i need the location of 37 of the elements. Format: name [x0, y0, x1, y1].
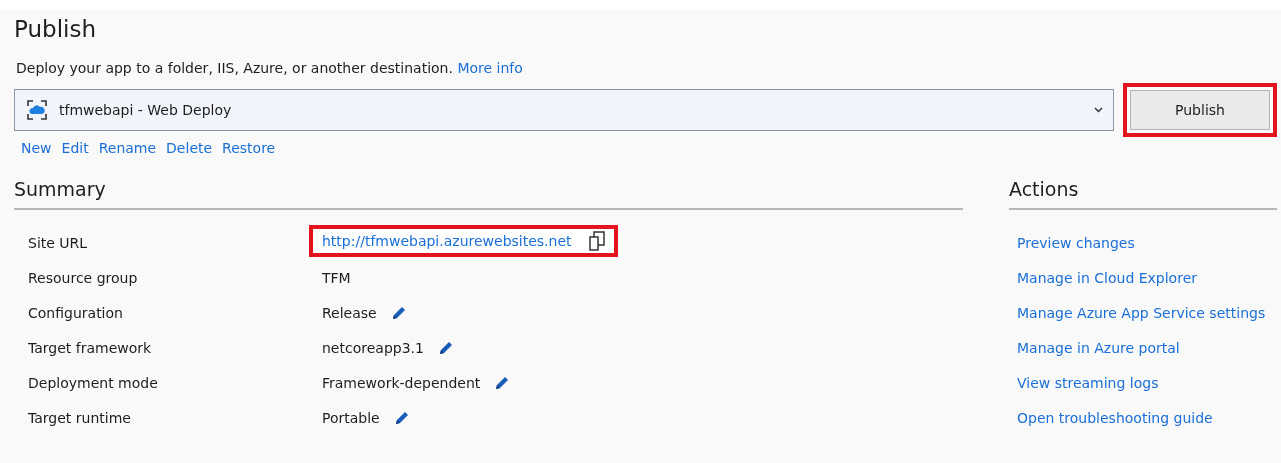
profile-action-link[interactable]: Delete [166, 140, 213, 156]
profile-action-link[interactable]: Edit [61, 140, 89, 156]
action-link[interactable]: Open troubleshooting guide [1017, 406, 1277, 429]
summary-label: Configuration [28, 303, 124, 323]
copy-icon[interactable] [587, 231, 606, 251]
summary-label: Deployment mode [28, 373, 159, 393]
page-title: Publish [14, 16, 97, 44]
action-link[interactable]: Manage in Cloud Explorer [1017, 266, 1277, 289]
summary-value: Portable [322, 409, 380, 426]
pencil-icon[interactable] [390, 304, 407, 321]
profile-action-link[interactable]: Rename [98, 140, 157, 156]
summary-value: Release [322, 304, 377, 321]
summary-label: Target framework [28, 338, 153, 358]
summary-heading: Summary [14, 178, 963, 210]
action-link[interactable]: Manage in Azure portal [1017, 336, 1277, 359]
web-deploy-icon [27, 100, 47, 120]
summary-value: TFM [322, 268, 352, 288]
pencil-icon[interactable] [437, 339, 454, 356]
action-link[interactable]: Preview changes [1017, 231, 1277, 254]
more-info-link[interactable]: More info [457, 60, 523, 76]
profile-action-link[interactable]: New [21, 140, 52, 156]
pencil-icon[interactable] [393, 409, 410, 426]
profile-dropdown[interactable]: tfmwebapi - Web Deploy [14, 89, 1114, 131]
publish-button[interactable]: Publish [1130, 90, 1270, 130]
chevron-down-icon[interactable] [1094, 107, 1103, 113]
summary-value: netcoreapp3.1 [322, 339, 424, 356]
site-url-link[interactable]: http://tfmwebapi.azurewebsites.net [322, 233, 572, 249]
summary-label: Site URL [28, 233, 89, 253]
action-link[interactable]: View streaming logs [1017, 371, 1277, 394]
profile-action-link[interactable]: Restore [222, 140, 276, 156]
actions-heading: Actions [1009, 178, 1277, 210]
description-text: Deploy your app to a folder, IIS, Azure, or another destination. More info [16, 60, 524, 76]
action-link[interactable]: Manage Azure App Service settings [1017, 301, 1277, 324]
pencil-icon[interactable] [494, 374, 511, 391]
summary-value: Framework-dependent [322, 374, 481, 391]
summary-label: Resource group [28, 268, 139, 288]
summary-label: Target runtime [28, 408, 132, 428]
